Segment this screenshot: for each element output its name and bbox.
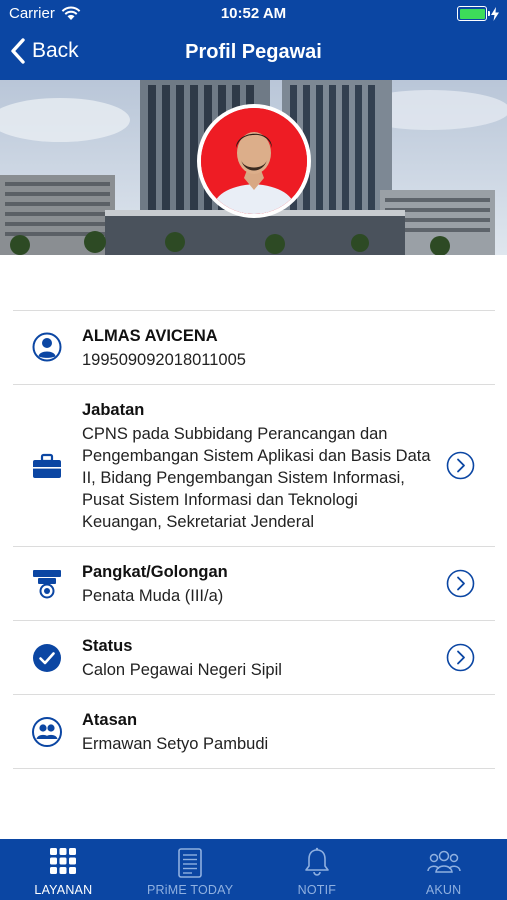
profile-details-list: ALMAS AVICENA 199509092018011005 Jabatan…	[13, 310, 495, 769]
profile-photo	[197, 104, 311, 218]
bell-icon	[305, 847, 329, 876]
people-icon	[32, 717, 62, 747]
list-item-pangkat[interactable]: Pangkat/Golongan Penata Muda (III/a)	[13, 547, 495, 621]
top-bar: Carrier 10:52 AM Back Profil Pegawai	[0, 0, 507, 80]
jabatan-value: CPNS pada Subbidang Perancangan dan Peng…	[82, 425, 431, 531]
page-title: Profil Pegawai	[185, 41, 322, 63]
tab-label: LAYANAN	[34, 883, 93, 897]
chevron-right-icon[interactable]	[446, 569, 475, 598]
employee-identity-row: ALMAS AVICENA 199509092018011005	[13, 311, 495, 385]
list-item-jabatan[interactable]: Jabatan CPNS pada Subbidang Perancangan …	[13, 385, 495, 547]
employee-nip: 199509092018011005	[82, 351, 246, 369]
check-circle-icon	[33, 644, 61, 672]
navigation-bar: Back Profil Pegawai	[0, 28, 507, 80]
tab-label: NOTIF	[297, 883, 337, 897]
chevron-right-icon[interactable]	[446, 643, 475, 672]
tab-notif[interactable]: NOTIF	[254, 839, 381, 900]
pangkat-value: Penata Muda (III/a)	[82, 587, 224, 605]
grid-icon	[50, 848, 77, 874]
rank-insignia-icon	[33, 570, 61, 599]
battery-icon	[457, 6, 490, 21]
tab-label: AKUN	[425, 883, 462, 897]
list-item-status[interactable]: Status Calon Pegawai Negeri Sipil	[13, 621, 495, 695]
jabatan-label: Jabatan	[82, 401, 145, 419]
tab-akun[interactable]: AKUN	[380, 839, 507, 900]
status-bar: Carrier 10:52 AM	[0, 0, 507, 28]
status-value: Calon Pegawai Negeri Sipil	[82, 661, 282, 679]
document-icon	[178, 848, 202, 878]
group-icon	[426, 850, 461, 873]
atasan-value: Ermawan Setyo Pambudi	[82, 735, 269, 753]
battery-indicator	[457, 6, 499, 21]
pangkat-label: Pangkat/Golongan	[82, 563, 228, 581]
list-item-atasan: Atasan Ermawan Setyo Pambudi	[13, 695, 495, 769]
person-icon	[32, 332, 62, 362]
chevron-right-icon[interactable]	[446, 451, 475, 480]
status-label: Status	[82, 637, 133, 655]
briefcase-icon	[33, 453, 61, 478]
bottom-tab-bar: LAYANAN PRiME TODAY NOTIF AKUN	[0, 839, 507, 900]
employee-name: ALMAS AVICENA	[82, 327, 218, 345]
battery-level	[459, 8, 485, 19]
tab-prime-today[interactable]: PRiME TODAY	[127, 839, 254, 900]
tab-layanan[interactable]: LAYANAN	[0, 839, 127, 900]
atasan-label: Atasan	[82, 711, 138, 729]
tab-label: PRiME TODAY	[147, 883, 234, 897]
charging-bolt-icon	[491, 6, 499, 21]
clock: 10:52 AM	[220, 5, 287, 22]
